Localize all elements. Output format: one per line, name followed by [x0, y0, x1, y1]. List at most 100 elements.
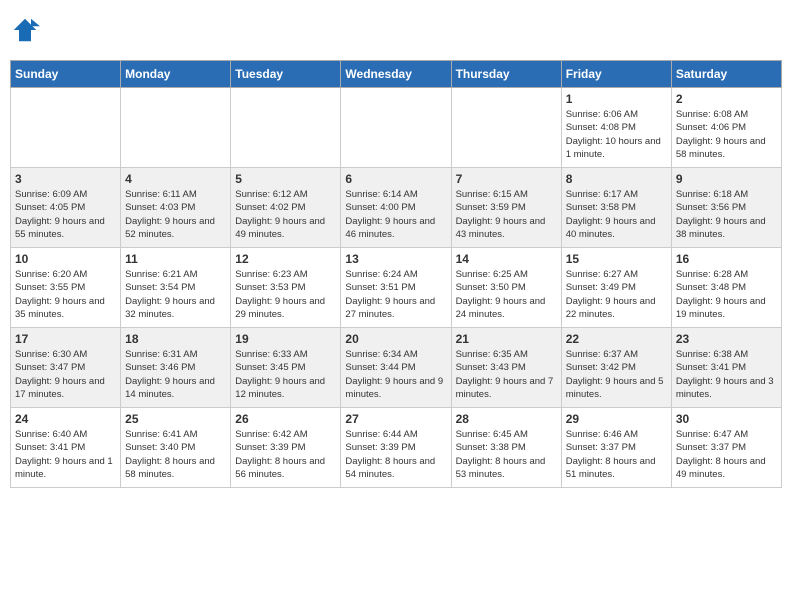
day-number: 4: [125, 172, 226, 186]
calendar-cell: [11, 88, 121, 168]
calendar-cell: 8 Sunrise: 6:17 AM Sunset: 3:58 PM Daylig…: [561, 168, 671, 248]
calendar-cell: 30 Sunrise: 6:47 AM Sunset: 3:37 PM Dayli…: [671, 408, 781, 488]
day-number: 16: [676, 252, 777, 266]
calendar-week-row: 3 Sunrise: 6:09 AM Sunset: 4:05 PM Daylig…: [11, 168, 782, 248]
cell-info: Sunrise: 6:38 AM Sunset: 3:41 PM Dayligh…: [676, 348, 777, 401]
calendar-cell: 25 Sunrise: 6:41 AM Sunset: 3:40 PM Dayli…: [121, 408, 231, 488]
calendar-cell: 19 Sunrise: 6:33 AM Sunset: 3:45 PM Dayli…: [231, 328, 341, 408]
day-number: 12: [235, 252, 336, 266]
calendar-cell: 3 Sunrise: 6:09 AM Sunset: 4:05 PM Daylig…: [11, 168, 121, 248]
day-number: 8: [566, 172, 667, 186]
day-number: 6: [345, 172, 446, 186]
day-number: 21: [456, 332, 557, 346]
cell-info: Sunrise: 6:18 AM Sunset: 3:56 PM Dayligh…: [676, 188, 777, 241]
weekday-header: Friday: [561, 61, 671, 88]
weekday-header: Wednesday: [341, 61, 451, 88]
calendar-cell: 5 Sunrise: 6:12 AM Sunset: 4:02 PM Daylig…: [231, 168, 341, 248]
cell-info: Sunrise: 6:09 AM Sunset: 4:05 PM Dayligh…: [15, 188, 116, 241]
cell-info: Sunrise: 6:21 AM Sunset: 3:54 PM Dayligh…: [125, 268, 226, 321]
cell-info: Sunrise: 6:11 AM Sunset: 4:03 PM Dayligh…: [125, 188, 226, 241]
day-number: 23: [676, 332, 777, 346]
calendar-cell: 6 Sunrise: 6:14 AM Sunset: 4:00 PM Daylig…: [341, 168, 451, 248]
day-number: 30: [676, 412, 777, 426]
cell-info: Sunrise: 6:27 AM Sunset: 3:49 PM Dayligh…: [566, 268, 667, 321]
day-number: 22: [566, 332, 667, 346]
cell-info: Sunrise: 6:14 AM Sunset: 4:00 PM Dayligh…: [345, 188, 446, 241]
day-number: 18: [125, 332, 226, 346]
day-number: 28: [456, 412, 557, 426]
day-number: 10: [15, 252, 116, 266]
cell-info: Sunrise: 6:37 AM Sunset: 3:42 PM Dayligh…: [566, 348, 667, 401]
cell-info: Sunrise: 6:40 AM Sunset: 3:41 PM Dayligh…: [15, 428, 116, 481]
calendar-cell: 4 Sunrise: 6:11 AM Sunset: 4:03 PM Daylig…: [121, 168, 231, 248]
cell-info: Sunrise: 6:34 AM Sunset: 3:44 PM Dayligh…: [345, 348, 446, 401]
day-number: 19: [235, 332, 336, 346]
weekday-header: Tuesday: [231, 61, 341, 88]
cell-info: Sunrise: 6:12 AM Sunset: 4:02 PM Dayligh…: [235, 188, 336, 241]
calendar-cell: 24 Sunrise: 6:40 AM Sunset: 3:41 PM Dayli…: [11, 408, 121, 488]
cell-info: Sunrise: 6:47 AM Sunset: 3:37 PM Dayligh…: [676, 428, 777, 481]
calendar-cell: 2 Sunrise: 6:08 AM Sunset: 4:06 PM Daylig…: [671, 88, 781, 168]
logo-icon: [10, 15, 40, 45]
calendar-cell: 29 Sunrise: 6:46 AM Sunset: 3:37 PM Dayli…: [561, 408, 671, 488]
cell-info: Sunrise: 6:45 AM Sunset: 3:38 PM Dayligh…: [456, 428, 557, 481]
calendar-cell: 12Sunrise: 6:23 AM Sunset: 3:53 PM Dayli…: [231, 248, 341, 328]
cell-info: Sunrise: 6:46 AM Sunset: 3:37 PM Dayligh…: [566, 428, 667, 481]
day-number: 5: [235, 172, 336, 186]
cell-info: Sunrise: 6:35 AM Sunset: 3:43 PM Dayligh…: [456, 348, 557, 401]
cell-info: Sunrise: 6:20 AM Sunset: 3:55 PM Dayligh…: [15, 268, 116, 321]
day-number: 13: [345, 252, 446, 266]
weekday-header: Thursday: [451, 61, 561, 88]
calendar-cell: 7Sunrise: 6:15 AM Sunset: 3:59 PM Daylig…: [451, 168, 561, 248]
cell-info: Sunrise: 6:31 AM Sunset: 3:46 PM Dayligh…: [125, 348, 226, 401]
day-number: 24: [15, 412, 116, 426]
cell-info: Sunrise: 6:44 AM Sunset: 3:39 PM Dayligh…: [345, 428, 446, 481]
calendar-week-row: 17Sunrise: 6:30 AM Sunset: 3:47 PM Dayli…: [11, 328, 782, 408]
calendar-cell: 9 Sunrise: 6:18 AM Sunset: 3:56 PM Daylig…: [671, 168, 781, 248]
calendar-week-row: 10 Sunrise: 6:20 AM Sunset: 3:55 PM Dayli…: [11, 248, 782, 328]
calendar-cell: 10 Sunrise: 6:20 AM Sunset: 3:55 PM Dayli…: [11, 248, 121, 328]
calendar-cell: 13 Sunrise: 6:24 AM Sunset: 3:51 PM Dayli…: [341, 248, 451, 328]
day-number: 7: [456, 172, 557, 186]
calendar-cell: 17Sunrise: 6:30 AM Sunset: 3:47 PM Dayli…: [11, 328, 121, 408]
cell-info: Sunrise: 6:41 AM Sunset: 3:40 PM Dayligh…: [125, 428, 226, 481]
cell-info: Sunrise: 6:17 AM Sunset: 3:58 PM Dayligh…: [566, 188, 667, 241]
weekday-header-row: SundayMondayTuesdayWednesdayThursdayFrid…: [11, 61, 782, 88]
calendar-cell: 15 Sunrise: 6:27 AM Sunset: 3:49 PM Dayli…: [561, 248, 671, 328]
calendar-cell: 14 Sunrise: 6:25 AM Sunset: 3:50 PM Dayli…: [451, 248, 561, 328]
calendar-cell: 16 Sunrise: 6:28 AM Sunset: 3:48 PM Dayli…: [671, 248, 781, 328]
day-number: 25: [125, 412, 226, 426]
calendar-cell: 20 Sunrise: 6:34 AM Sunset: 3:44 PM Dayli…: [341, 328, 451, 408]
cell-info: Sunrise: 6:24 AM Sunset: 3:51 PM Dayligh…: [345, 268, 446, 321]
calendar-cell: [231, 88, 341, 168]
cell-info: Sunrise: 6:06 AM Sunset: 4:08 PM Dayligh…: [566, 108, 667, 161]
day-number: 20: [345, 332, 446, 346]
calendar-cell: 26Sunrise: 6:42 AM Sunset: 3:39 PM Dayli…: [231, 408, 341, 488]
day-number: 29: [566, 412, 667, 426]
day-number: 11: [125, 252, 226, 266]
header: [10, 10, 782, 50]
cell-info: Sunrise: 6:25 AM Sunset: 3:50 PM Dayligh…: [456, 268, 557, 321]
day-number: 3: [15, 172, 116, 186]
calendar-cell: 28 Sunrise: 6:45 AM Sunset: 3:38 PM Dayli…: [451, 408, 561, 488]
weekday-header: Monday: [121, 61, 231, 88]
cell-info: Sunrise: 6:42 AM Sunset: 3:39 PM Dayligh…: [235, 428, 336, 481]
day-number: 9: [676, 172, 777, 186]
calendar-cell: [121, 88, 231, 168]
weekday-header: Saturday: [671, 61, 781, 88]
calendar-table: SundayMondayTuesdayWednesdayThursdayFrid…: [10, 60, 782, 488]
cell-info: Sunrise: 6:30 AM Sunset: 3:47 PM Dayligh…: [15, 348, 116, 401]
cell-info: Sunrise: 6:08 AM Sunset: 4:06 PM Dayligh…: [676, 108, 777, 161]
cell-info: Sunrise: 6:33 AM Sunset: 3:45 PM Dayligh…: [235, 348, 336, 401]
logo: [10, 15, 44, 45]
day-number: 14: [456, 252, 557, 266]
weekday-header: Sunday: [11, 61, 121, 88]
calendar-cell: 23 Sunrise: 6:38 AM Sunset: 3:41 PM Dayli…: [671, 328, 781, 408]
calendar-week-row: 24 Sunrise: 6:40 AM Sunset: 3:41 PM Dayli…: [11, 408, 782, 488]
calendar-cell: 18 Sunrise: 6:31 AM Sunset: 3:46 PM Dayli…: [121, 328, 231, 408]
day-number: 15: [566, 252, 667, 266]
day-number: 2: [676, 92, 777, 106]
cell-info: Sunrise: 6:28 AM Sunset: 3:48 PM Dayligh…: [676, 268, 777, 321]
calendar-cell: 22 Sunrise: 6:37 AM Sunset: 3:42 PM Dayli…: [561, 328, 671, 408]
calendar-cell: [341, 88, 451, 168]
